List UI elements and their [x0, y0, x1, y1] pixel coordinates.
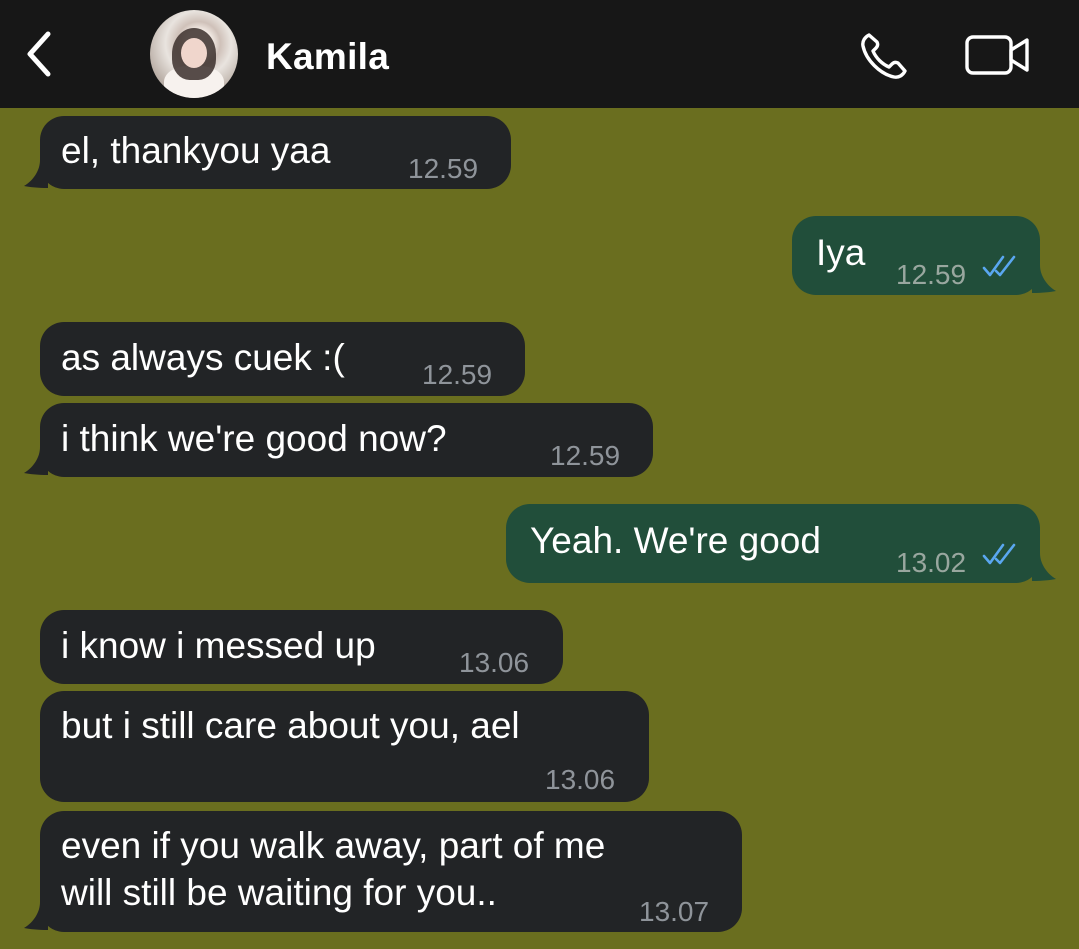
incoming-message[interactable]: but i still care about you, ael 13.06	[40, 691, 649, 802]
chevron-left-icon[interactable]	[20, 28, 60, 80]
message-time: 12.59	[408, 153, 479, 184]
message-text: i know i messed up	[61, 625, 376, 666]
message-text: but i still care about you, ael	[61, 705, 520, 746]
message-text: Yeah. We're good	[530, 520, 821, 561]
incoming-bubble-tail	[24, 902, 48, 930]
incoming-message[interactable]: i know i messed up 13.06	[40, 610, 563, 684]
message-time: 13.02	[896, 547, 967, 578]
message-time: 13.06	[459, 647, 530, 678]
message-text: as always cuek :(	[61, 337, 345, 378]
outgoing-bubble-tail	[1032, 265, 1056, 293]
phone-icon[interactable]	[858, 30, 914, 82]
message-time: 12.59	[550, 440, 621, 471]
outgoing-message[interactable]: Iya 12.59	[792, 216, 1040, 295]
message-time: 13.06	[545, 764, 616, 795]
chat-header: Kamila	[0, 0, 1079, 108]
read-receipt-icon	[982, 255, 1016, 277]
message-text-line-2: will still be waiting for you..	[61, 872, 497, 913]
message-time: 12.59	[422, 359, 493, 390]
video-camera-icon[interactable]	[964, 32, 1032, 78]
message-text: i think we're good now?	[61, 418, 447, 459]
message-time: 12.59	[896, 259, 967, 290]
incoming-bubble-tail	[24, 160, 48, 188]
incoming-bubble-tail	[24, 447, 48, 475]
read-receipt-icon	[982, 543, 1016, 565]
message-text-line-1: even if you walk away, part of me	[61, 825, 606, 866]
contact-name[interactable]: Kamila	[266, 36, 389, 78]
message-text: el, thankyou yaa	[61, 130, 331, 171]
contact-avatar[interactable]	[150, 10, 238, 98]
message-text: Iya	[816, 232, 866, 273]
message-time: 13.07	[639, 896, 710, 927]
incoming-message[interactable]: even if you walk away, part of me will s…	[40, 811, 742, 932]
outgoing-message[interactable]: Yeah. We're good 13.02	[506, 504, 1040, 583]
outgoing-bubble-tail	[1032, 553, 1056, 581]
incoming-message[interactable]: i think we're good now? 12.59	[40, 403, 653, 477]
incoming-message[interactable]: el, thankyou yaa 12.59	[40, 116, 511, 189]
incoming-message[interactable]: as always cuek :( 12.59	[40, 322, 525, 396]
